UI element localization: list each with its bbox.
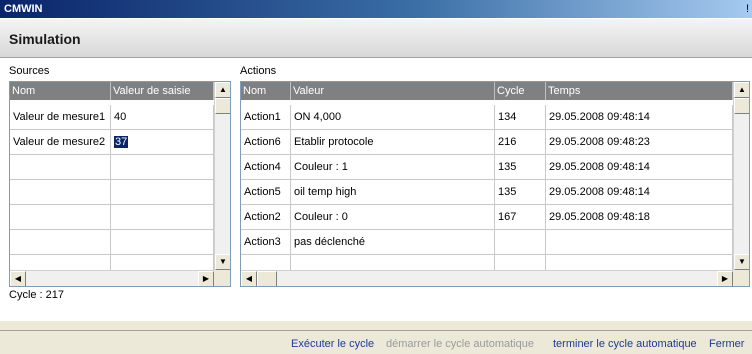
actions-cell-temps[interactable]: 29.05.2008 09:48:23 <box>546 130 733 154</box>
scroll-left-icon[interactable]: ◀ <box>241 271 257 286</box>
selected-input-value[interactable]: 37 <box>114 136 129 148</box>
execute-cycle-link[interactable]: Exécuter le cycle <box>291 338 374 350</box>
sources-cell-nom[interactable] <box>10 180 111 204</box>
actions-cell-temps[interactable]: 29.05.2008 09:48:14 <box>546 105 733 129</box>
page-header: Simulation <box>0 18 752 58</box>
sources-vertical-scrollbar[interactable]: ▲ ▼ <box>214 82 230 270</box>
table-row[interactable]: Action4 Couleur : 1 135 29.05.2008 09:48… <box>241 155 733 180</box>
table-row[interactable] <box>10 155 214 180</box>
sources-cell-value[interactable] <box>111 155 214 179</box>
scroll-down-icon[interactable]: ▼ <box>215 254 230 270</box>
actions-cell-valeur[interactable]: oil temp high <box>291 180 495 204</box>
actions-cell-nom[interactable]: Action2 <box>241 205 291 229</box>
start-auto-cycle-link[interactable]: démarrer le cycle automatique <box>386 338 534 350</box>
actions-cell-valeur[interactable]: Couleur : 1 <box>291 155 495 179</box>
actions-cell-cycle[interactable]: 134 <box>495 105 546 129</box>
actions-cell-valeur[interactable]: pas déclenché <box>291 230 495 254</box>
actions-cell-cycle[interactable]: 216 <box>495 130 546 154</box>
table-row[interactable]: Action3 pas déclenché <box>241 230 733 255</box>
actions-horizontal-scrollbar[interactable]: ◀ ▶ <box>241 270 733 286</box>
actions-cell-valeur[interactable]: Couleur : 0 <box>291 205 495 229</box>
page-title: Simulation <box>9 31 81 47</box>
actions-label: Actions <box>240 65 277 77</box>
sources-cell-nom[interactable] <box>10 230 111 254</box>
actions-cell-temps[interactable]: 29.05.2008 09:48:14 <box>546 155 733 179</box>
sources-grid[interactable]: Nom Valeur de saisie Valeur de mesure1 4… <box>9 81 231 287</box>
actions-cell-valeur[interactable]: Etablir protocole <box>291 130 495 154</box>
actions-vscroll-thumb[interactable] <box>734 98 749 114</box>
sources-grid-header: Nom Valeur de saisie <box>10 82 214 100</box>
actions-cell-nom[interactable]: Action1 <box>241 105 291 129</box>
scroll-down-icon[interactable]: ▼ <box>734 254 749 270</box>
table-row[interactable]: Action5 oil temp high 135 29.05.2008 09:… <box>241 180 733 205</box>
actions-cell-temps[interactable]: 29.05.2008 09:48:18 <box>546 205 733 229</box>
actions-cell-nom[interactable]: Action5 <box>241 180 291 204</box>
actions-cell-cycle[interactable]: 167 <box>495 205 546 229</box>
table-row[interactable]: Action6 Etablir protocole 216 29.05.2008… <box>241 130 733 155</box>
scroll-left-icon[interactable]: ◀ <box>10 271 26 286</box>
table-row[interactable] <box>10 205 214 230</box>
table-row[interactable] <box>10 180 214 205</box>
stop-auto-cycle-link[interactable]: terminer le cycle automatique <box>553 338 697 350</box>
scroll-right-icon[interactable]: ▶ <box>717 271 733 286</box>
scrollbar-corner <box>733 270 749 286</box>
actions-cell-nom[interactable]: Action3 <box>241 230 291 254</box>
actions-cell-temps[interactable] <box>546 230 733 254</box>
table-row[interactable]: Valeur de mesure2 37 <box>10 130 214 155</box>
scroll-right-icon[interactable]: ▶ <box>198 271 214 286</box>
actions-cell-nom[interactable]: Action4 <box>241 155 291 179</box>
actions-col-cycle[interactable]: Cycle <box>495 82 546 100</box>
footer-actions-bar: Exécuter le cycle démarrer le cycle auto… <box>0 330 752 354</box>
actions-cell-cycle[interactable]: 135 <box>495 180 546 204</box>
sources-col-nom[interactable]: Nom <box>10 82 111 100</box>
sources-vscroll-thumb[interactable] <box>215 98 230 114</box>
actions-cell-nom[interactable]: Action6 <box>241 130 291 154</box>
actions-vertical-scrollbar[interactable]: ▲ ▼ <box>733 82 749 270</box>
sources-cell-nom[interactable] <box>10 155 111 179</box>
table-row[interactable]: Valeur de mesure1 40 <box>10 105 214 130</box>
sources-cell-value[interactable] <box>111 230 214 254</box>
sources-label: Sources <box>9 65 50 77</box>
sources-cell-value[interactable]: 40 <box>111 105 214 129</box>
actions-col-valeur[interactable]: Valeur <box>291 82 495 100</box>
table-row[interactable] <box>10 230 214 255</box>
scroll-up-icon[interactable]: ▲ <box>734 82 749 98</box>
close-link[interactable]: Fermer <box>709 338 744 350</box>
window-title-right: ! <box>745 3 749 15</box>
actions-grid-header: Nom Valeur Cycle Temps <box>241 82 733 100</box>
sources-cell-nom[interactable]: Valeur de mesure1 <box>10 105 111 129</box>
actions-cell-valeur[interactable]: ON 4,000 <box>291 105 495 129</box>
table-row[interactable]: Action2 Couleur : 0 167 29.05.2008 09:48… <box>241 205 733 230</box>
main-content: Sources Nom Valeur de saisie Valeur de m… <box>0 58 752 321</box>
actions-col-temps[interactable]: Temps <box>546 82 733 100</box>
window-title: CMWIN <box>4 3 43 15</box>
actions-col-nom[interactable]: Nom <box>241 82 291 100</box>
sources-col-valeur[interactable]: Valeur de saisie <box>111 82 214 100</box>
window-titlebar: CMWIN ! <box>0 0 752 18</box>
sources-cell-value-edit[interactable]: 37 <box>111 130 214 154</box>
actions-cell-cycle[interactable] <box>495 230 546 254</box>
table-row[interactable]: Action1 ON 4,000 134 29.05.2008 09:48:14 <box>241 105 733 130</box>
scroll-up-icon[interactable]: ▲ <box>215 82 230 98</box>
sources-cell-value[interactable] <box>111 180 214 204</box>
sources-cell-value[interactable] <box>111 205 214 229</box>
cycle-status: Cycle : 217 <box>9 289 65 301</box>
sources-cell-nom[interactable]: Valeur de mesure2 <box>10 130 111 154</box>
sources-horizontal-scrollbar[interactable]: ◀ ▶ <box>10 270 214 286</box>
sources-cell-nom[interactable] <box>10 205 111 229</box>
actions-cell-cycle[interactable]: 135 <box>495 155 546 179</box>
actions-grid[interactable]: Nom Valeur Cycle Temps Action1 ON 4,000 … <box>240 81 750 287</box>
scrollbar-corner <box>214 270 230 286</box>
actions-hscroll-thumb[interactable] <box>257 271 277 286</box>
actions-cell-temps[interactable]: 29.05.2008 09:48:14 <box>546 180 733 204</box>
